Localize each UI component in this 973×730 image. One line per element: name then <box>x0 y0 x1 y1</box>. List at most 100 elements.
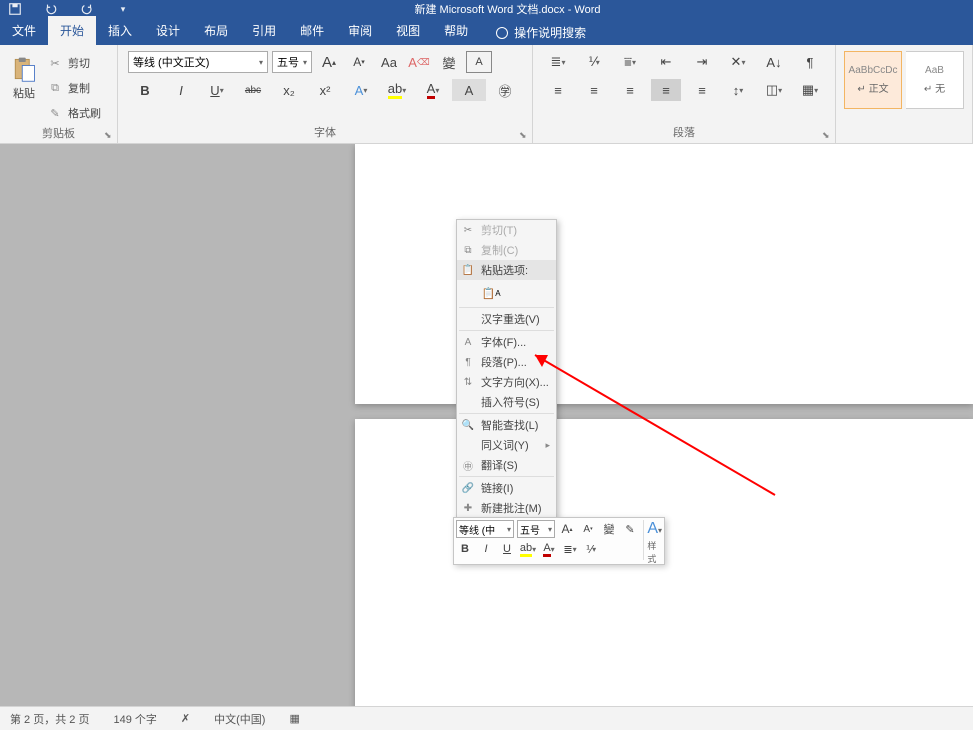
subscript-button[interactable]: x₂ <box>272 79 306 101</box>
mini-styles-button[interactable]: A▾ 样式 <box>647 520 662 562</box>
mini-format-painter[interactable]: ✎ <box>621 520 639 538</box>
tab-file[interactable]: 文件 <box>0 16 48 45</box>
change-case-button[interactable]: Aa <box>376 51 402 73</box>
bullets-button[interactable]: ≣▾ <box>543 51 573 73</box>
style-normal[interactable]: AaBbCcDc ↵ 正文 <box>844 51 902 109</box>
tab-references[interactable]: 引用 <box>240 16 288 45</box>
tab-mailings[interactable]: 邮件 <box>288 16 336 45</box>
tab-view[interactable]: 视图 <box>384 16 432 45</box>
status-language[interactable]: 中文(中国) <box>214 711 265 727</box>
decrease-indent-button[interactable]: ⇤ <box>651 51 681 73</box>
bold-button[interactable]: B <box>128 79 162 101</box>
tab-design[interactable]: 设计 <box>144 16 192 45</box>
font-a-icon: A <box>461 337 475 348</box>
align-left-button[interactable]: ≡ <box>543 79 573 101</box>
paragraph-launcher-icon[interactable]: ⬊ <box>822 130 832 140</box>
enclose-char-button[interactable]: ㊫ <box>488 79 522 101</box>
ctx-copy[interactable]: ⧉复制(C) <box>457 240 556 260</box>
align-center-button[interactable]: ≡ <box>579 79 609 101</box>
status-page[interactable]: 第 2 页，共 2 页 <box>10 711 89 727</box>
ctx-link[interactable]: 🔗链接(I) <box>457 478 556 498</box>
line-spacing-button[interactable]: ↕▾ <box>723 79 753 101</box>
link-icon: 🔗 <box>461 483 475 494</box>
shrink-font-button[interactable]: A▾ <box>346 51 372 73</box>
multilevel-button[interactable]: ⩸▾ <box>615 51 645 73</box>
align-right-button[interactable]: ≡ <box>615 79 645 101</box>
ctx-synonyms[interactable]: 同义词(Y)▸ <box>457 435 556 455</box>
chevron-down-icon: ▾ <box>303 58 307 67</box>
font-size-combo[interactable]: 五号▾ <box>272 51 312 73</box>
page-1[interactable] <box>355 144 973 404</box>
save-icon[interactable] <box>8 2 22 16</box>
ctx-translate[interactable]: ㊥翻译(S) <box>457 455 556 475</box>
cut-button[interactable]: ✂剪切 <box>48 53 101 73</box>
superscript-button[interactable]: x² <box>308 79 342 101</box>
mini-numbering[interactable]: ⅟▾ <box>582 540 600 558</box>
highlight-button[interactable]: ab▾ <box>380 79 414 101</box>
ctx-paragraph[interactable]: ¶段落(P)... <box>457 352 556 372</box>
show-marks-button[interactable]: ¶ <box>795 51 825 73</box>
qat-more-icon[interactable]: ▾ <box>116 2 130 16</box>
status-proofing-icon[interactable]: ✗ <box>181 712 190 725</box>
ctx-smart-lookup[interactable]: 🔍智能查找(L) <box>457 415 556 435</box>
style-normal-label: ↵ 正文 <box>857 80 888 95</box>
ctx-text-direction[interactable]: ⇅文字方向(X)... <box>457 372 556 392</box>
ctx-new-comment[interactable]: ✚新建批注(M) <box>457 498 556 518</box>
phonetic-guide-button[interactable]: 變 <box>436 51 462 73</box>
strikethrough-button[interactable]: abc <box>236 79 270 101</box>
tab-insert[interactable]: 插入 <box>96 16 144 45</box>
font-color-button[interactable]: A▾ <box>416 79 450 101</box>
tab-layout[interactable]: 布局 <box>192 16 240 45</box>
styles-icon: A▾ <box>647 520 662 538</box>
mini-grow-font[interactable]: A▴ <box>558 520 576 538</box>
ctx-reconvert[interactable]: 汉字重选(V) <box>457 309 556 329</box>
underline-button[interactable]: U ▾ <box>200 79 234 101</box>
font-launcher-icon[interactable]: ⬊ <box>519 130 529 140</box>
paste-keep-text-button[interactable]: 📋A <box>481 283 501 303</box>
grow-font-button[interactable]: A▴ <box>316 51 342 73</box>
tab-help[interactable]: 帮助 <box>432 16 480 45</box>
tab-review[interactable]: 审阅 <box>336 16 384 45</box>
mini-size-combo[interactable]: 五号▾ <box>517 520 555 538</box>
status-bar: 第 2 页，共 2 页 149 个字 ✗ 中文(中国) ▦ <box>0 706 973 730</box>
status-macro-icon[interactable]: ▦ <box>289 712 299 725</box>
mini-underline[interactable]: U <box>498 540 516 558</box>
asian-layout-button[interactable]: ✕▾ <box>723 51 753 73</box>
numbering-button[interactable]: ⅟▾ <box>579 51 609 73</box>
ctx-cut[interactable]: ✂剪切(T) <box>457 220 556 240</box>
mini-font-combo[interactable]: 等线 (中▾ <box>456 520 514 538</box>
separator <box>459 330 554 331</box>
mini-font-color[interactable]: A▾ <box>540 540 558 558</box>
mini-phonetic[interactable]: 變 <box>600 520 618 538</box>
justify-button[interactable]: ≡ <box>651 79 681 101</box>
clipboard-launcher-icon[interactable]: ⬊ <box>104 130 114 140</box>
borders-button[interactable]: ▦▾ <box>795 79 825 101</box>
ctx-font[interactable]: A字体(F)... <box>457 332 556 352</box>
clear-format-button[interactable]: A⌫ <box>406 51 432 73</box>
mini-italic[interactable]: I <box>477 540 495 558</box>
redo-icon[interactable] <box>80 2 94 16</box>
undo-icon[interactable] <box>44 2 58 16</box>
char-shading-button[interactable]: A <box>452 79 486 101</box>
mini-highlight[interactable]: ab▾ <box>519 540 537 558</box>
sort-button[interactable]: A↓ <box>759 51 789 73</box>
mini-bullets[interactable]: ≣▾ <box>561 540 579 558</box>
mini-bold[interactable]: B <box>456 540 474 558</box>
status-word-count[interactable]: 149 个字 <box>113 711 156 727</box>
copy-button[interactable]: ⧉复制 <box>48 78 101 98</box>
clipboard-icon: 📋 <box>461 265 475 276</box>
increase-indent-button[interactable]: ⇥ <box>687 51 717 73</box>
shading-button[interactable]: ◫▾ <box>759 79 789 101</box>
font-name-combo[interactable]: 等线 (中文正文)▾ <box>128 51 268 73</box>
paste-button[interactable]: 粘贴 <box>4 51 44 105</box>
format-painter-button[interactable]: ✎格式刷 <box>48 103 101 123</box>
style-no-spacing[interactable]: AaB ↵ 无 <box>906 51 964 109</box>
char-border-button[interactable]: A <box>466 51 492 73</box>
tab-home[interactable]: 开始 <box>48 16 96 45</box>
ctx-insert-symbol[interactable]: 插入符号(S) <box>457 392 556 412</box>
tell-me-search[interactable]: 操作说明搜索 <box>488 20 594 45</box>
text-effects-button[interactable]: A ▾ <box>344 79 378 101</box>
distributed-button[interactable]: ≡ <box>687 79 717 101</box>
italic-button[interactable]: I <box>164 79 198 101</box>
mini-shrink-font[interactable]: A▾ <box>579 520 597 538</box>
